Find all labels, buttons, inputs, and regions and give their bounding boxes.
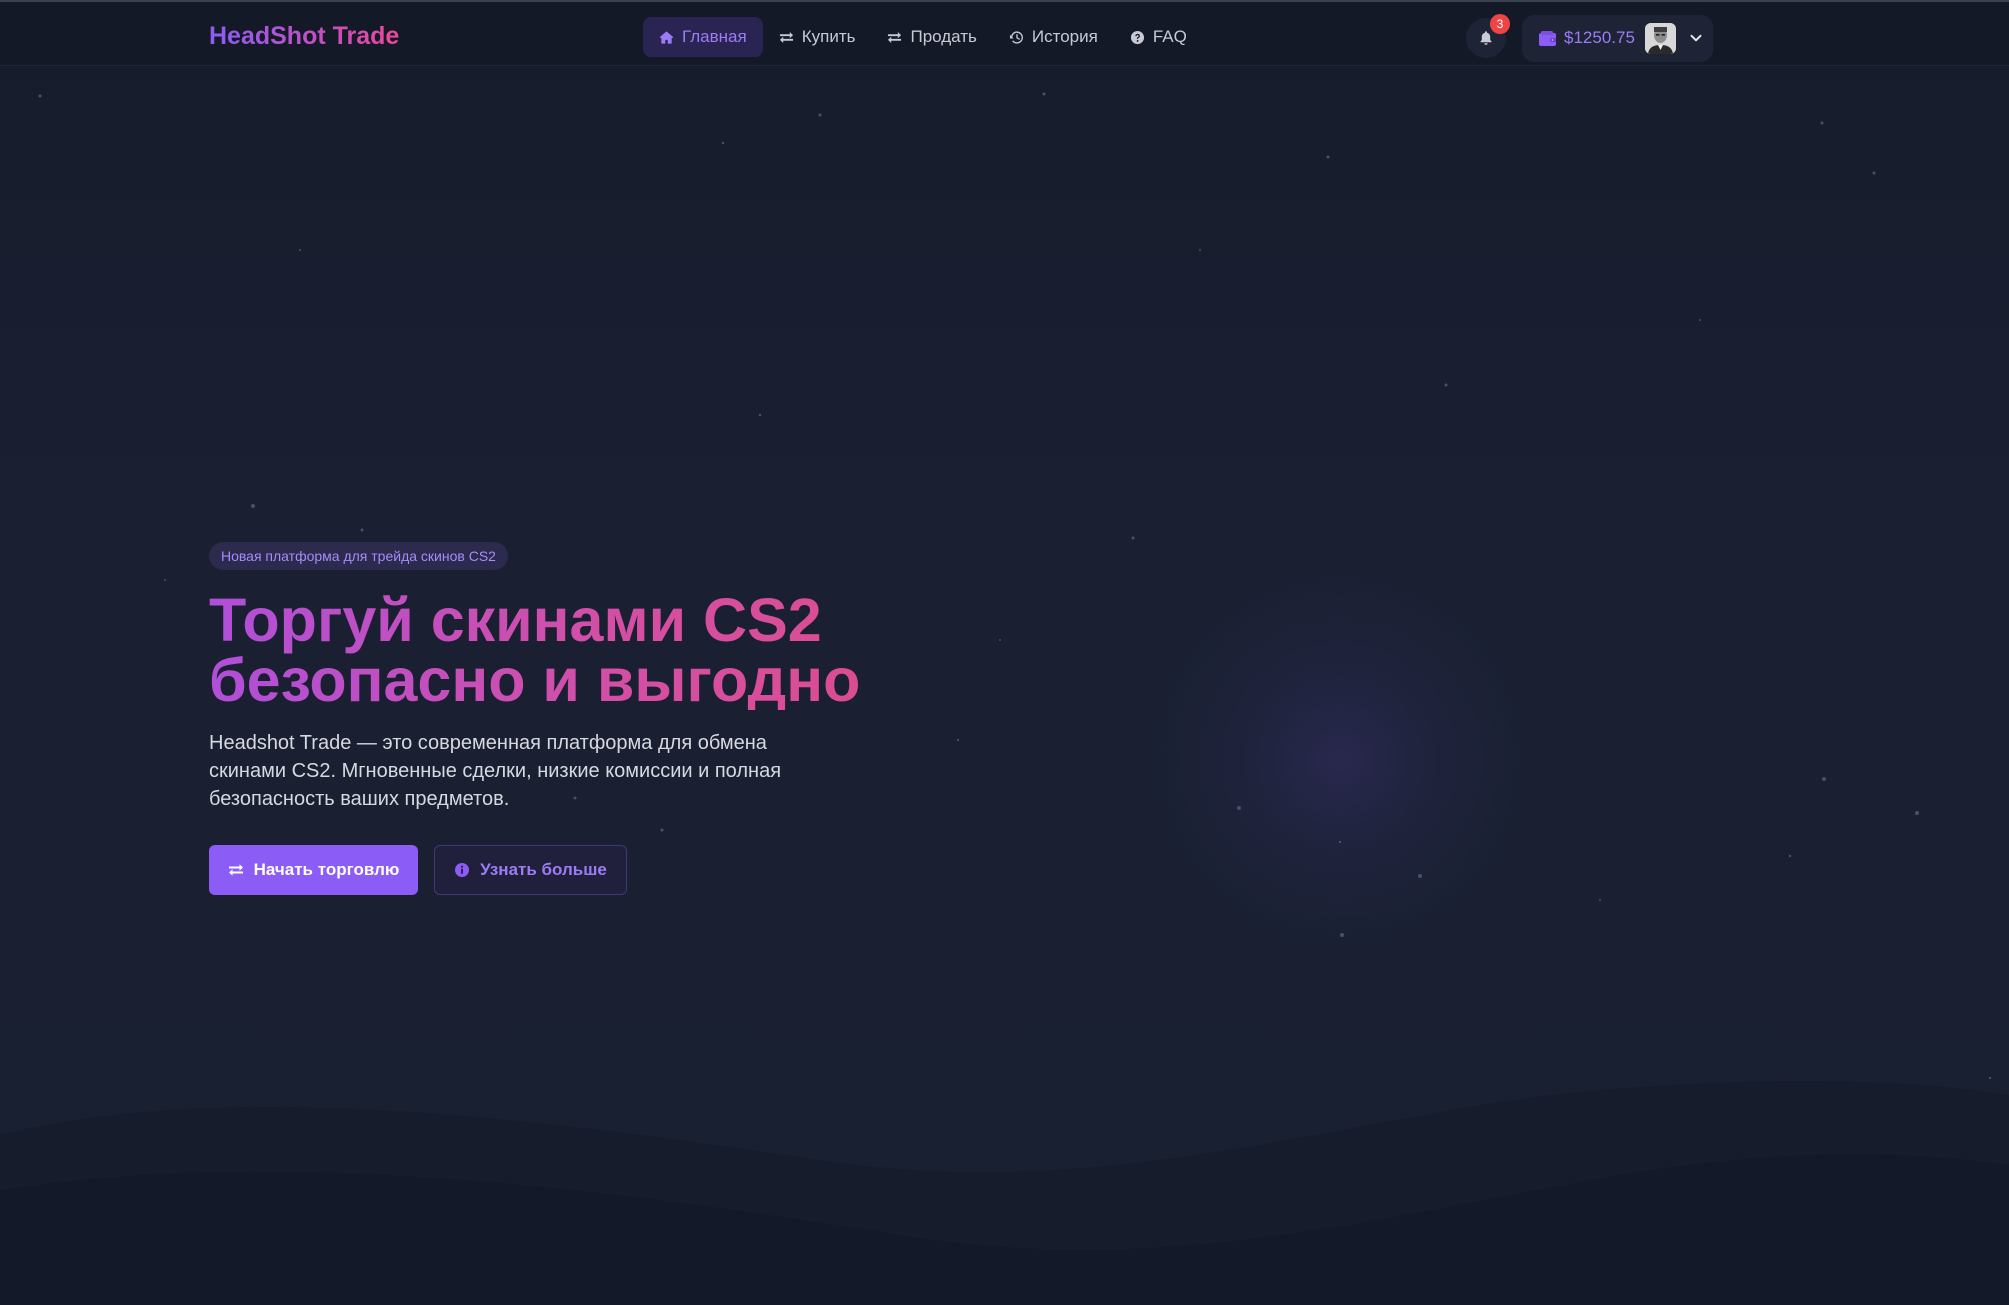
main-nav: Главная Купить Продать История FAQ — [643, 17, 1203, 57]
nav-item-sell[interactable]: Продать — [871, 17, 992, 57]
history-icon — [1009, 30, 1023, 44]
nav-item-label: Главная — [682, 27, 747, 46]
hero-title-line-1: Торгуй скинами CS2 — [209, 586, 822, 654]
wave-decoration — [0, 1080, 2009, 1305]
nav-item-label: История — [1031, 27, 1098, 46]
nav-item-faq[interactable]: FAQ — [1114, 17, 1203, 57]
info-circle-icon — [455, 863, 470, 877]
nav-item-label: Продать — [910, 27, 977, 46]
learn-more-label: Узнать больше — [480, 860, 607, 879]
learn-more-button[interactable]: Узнать больше — [434, 845, 627, 895]
site-logo[interactable]: HeadShot Trade — [209, 22, 399, 51]
bell-icon — [1480, 31, 1492, 45]
nav-item-history[interactable]: История — [993, 17, 1114, 57]
exchange-icon — [228, 864, 243, 876]
notification-count-badge: 3 — [1490, 14, 1510, 34]
nav-item-label: FAQ — [1152, 27, 1187, 46]
user-avatar[interactable] — [1645, 23, 1676, 54]
chevron-down-icon — [1690, 34, 1702, 42]
top-navbar: HeadShot Trade Главная Купить Продать Ис… — [0, 2, 2009, 66]
hero-title: Торгуй скинами CS2 безопасно и выгодно — [209, 590, 860, 710]
wallet-menu[interactable]: $1250.75 — [1522, 15, 1713, 62]
exchange-icon — [779, 31, 793, 43]
nav-item-buy[interactable]: Купить — [763, 17, 872, 57]
nav-item-label: Купить — [801, 27, 856, 46]
question-circle-icon — [1130, 30, 1144, 44]
start-trading-label: Начать торговлю — [253, 860, 400, 879]
hero-subtitle: Headshot Trade — это современная платфор… — [209, 732, 782, 810]
wallet-balance: $1250.75 — [1564, 28, 1635, 47]
avatar-portrait-image — [1645, 23, 1676, 54]
exchange-icon — [888, 31, 902, 43]
hero-title-line-2: безопасно и выгодно — [209, 646, 861, 714]
home-icon — [659, 30, 674, 44]
hero-tag: Новая платформа для трейда скинов CS2 — [209, 542, 508, 570]
start-trading-button[interactable]: Начать торговлю — [209, 845, 418, 895]
wallet-icon — [1539, 31, 1556, 46]
nav-item-home[interactable]: Главная — [643, 17, 763, 57]
